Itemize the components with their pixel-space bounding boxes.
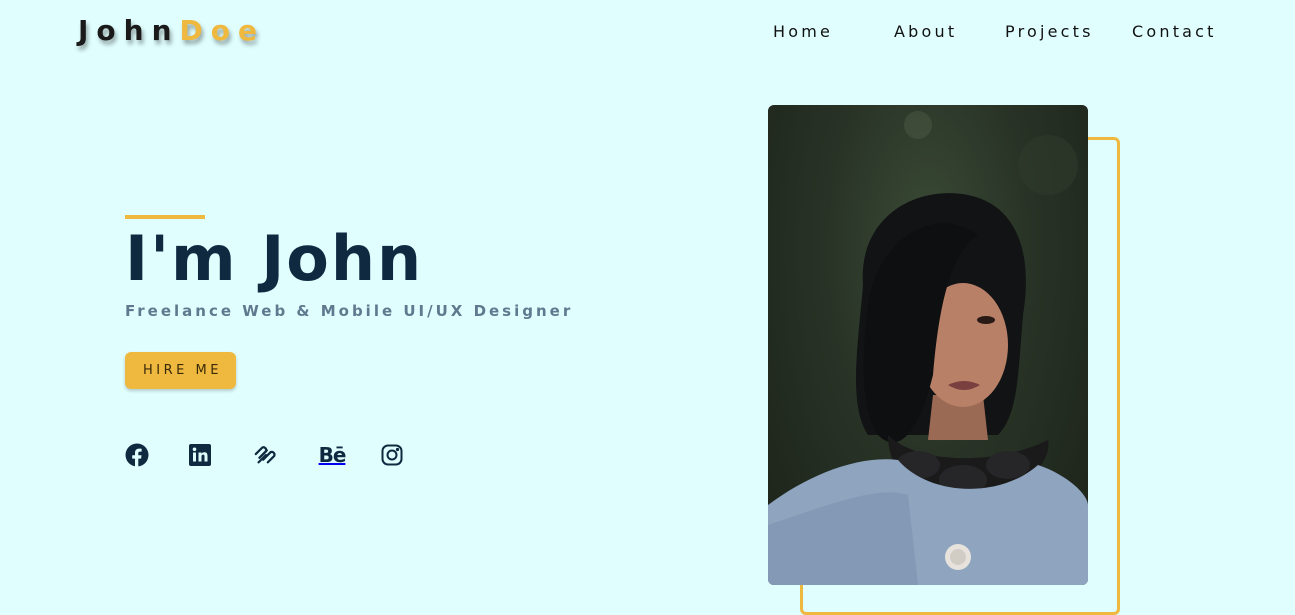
linkedin-icon[interactable] [188, 443, 212, 467]
social-links: Bē [125, 443, 415, 467]
nav-contact-link[interactable]: Contact [1132, 22, 1217, 41]
behance-icon[interactable]: Bē [316, 443, 348, 467]
portfolio-page: JohnDoe Home About Projects Contact I'm … [0, 0, 1295, 615]
profile-photo [768, 105, 1088, 585]
main-nav: Home About Projects Contact [0, 22, 1295, 44]
hero-title: I'm John [125, 222, 424, 295]
facebook-icon[interactable] [125, 443, 149, 467]
title-accent-line [125, 215, 205, 219]
nav-about-link[interactable]: About [894, 22, 957, 41]
hire-me-button[interactable]: HIRE ME [125, 352, 236, 389]
nav-projects-link[interactable]: Projects [1005, 22, 1094, 41]
behance-label: Bē [318, 443, 347, 467]
squarespace-icon[interactable] [253, 443, 277, 467]
nav-home-link[interactable]: Home [773, 22, 833, 41]
instagram-icon[interactable] [380, 443, 404, 467]
hero-subtitle: Freelance Web & Mobile UI/UX Designer [125, 302, 574, 320]
